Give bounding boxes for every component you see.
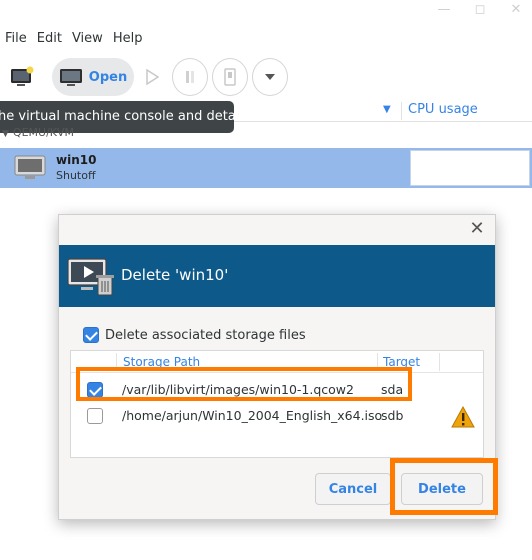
- cpu-usage-graph: [410, 150, 530, 186]
- column-cpu-usage[interactable]: CPU usage: [408, 102, 478, 117]
- close-icon[interactable]: ✕: [508, 2, 524, 17]
- highlight-box: [390, 458, 498, 515]
- chevron-down-icon: [265, 74, 275, 80]
- menu-view[interactable]: View: [67, 28, 108, 50]
- table-row[interactable]: /home/arjun/Win10_2004_English_x64.iso s…: [71, 403, 483, 429]
- toolbar: Open: [0, 56, 532, 98]
- dialog-banner: Delete 'win10': [59, 245, 495, 307]
- new-vm-icon: [11, 66, 34, 86]
- vm-state: Shutoff: [56, 169, 96, 182]
- pause-icon: [186, 71, 194, 83]
- play-icon: [146, 69, 159, 85]
- sort-arrow-icon[interactable]: ▼: [383, 104, 391, 115]
- monitor-icon: [59, 69, 82, 86]
- dialog-title: Delete 'win10': [121, 266, 229, 284]
- storage-target: sdb: [381, 408, 404, 423]
- pause-button[interactable]: [172, 58, 208, 96]
- minimize-icon[interactable]: —: [436, 2, 452, 17]
- run-button[interactable]: [140, 58, 164, 96]
- highlight-box: [76, 367, 412, 401]
- row-checkbox[interactable]: [87, 408, 103, 424]
- shutdown-menu-button[interactable]: [252, 58, 288, 96]
- shutdown-button[interactable]: [212, 58, 248, 96]
- menu-edit[interactable]: Edit: [32, 28, 67, 50]
- shutdown-icon: [224, 68, 236, 86]
- cancel-button[interactable]: Cancel: [315, 473, 391, 505]
- column-separator: [439, 353, 440, 371]
- open-button[interactable]: Open: [52, 58, 134, 96]
- menubar: File Edit View Help: [0, 28, 532, 50]
- open-button-label: Open: [88, 69, 128, 85]
- storage-path: /home/arjun/Win10_2004_English_x64.iso: [122, 408, 383, 423]
- vm-monitor-icon: [14, 155, 46, 179]
- vm-row-selected[interactable]: win10 Shutoff: [0, 148, 532, 188]
- new-vm-button[interactable]: [4, 58, 40, 96]
- maximize-icon[interactable]: ◻: [472, 2, 488, 17]
- column-separator: [401, 102, 402, 120]
- close-icon[interactable]: ✕: [469, 220, 485, 238]
- menu-file[interactable]: File: [0, 28, 32, 50]
- warning-icon: [451, 406, 475, 428]
- delete-storage-label: Delete associated storage files: [105, 327, 306, 343]
- delete-storage-option[interactable]: Delete associated storage files: [83, 327, 306, 343]
- connection-group[interactable]: ▼ QEMU/KVM: [2, 126, 74, 139]
- menu-help[interactable]: Help: [108, 28, 148, 50]
- connection-label: QEMU/KVM: [12, 126, 75, 139]
- vm-name: win10: [56, 153, 97, 167]
- vm-delete-icon: [67, 258, 114, 296]
- expander-icon[interactable]: ▼: [2, 129, 9, 139]
- window-controls: — ◻ ✕: [436, 2, 524, 17]
- delete-storage-checkbox[interactable]: [83, 327, 99, 343]
